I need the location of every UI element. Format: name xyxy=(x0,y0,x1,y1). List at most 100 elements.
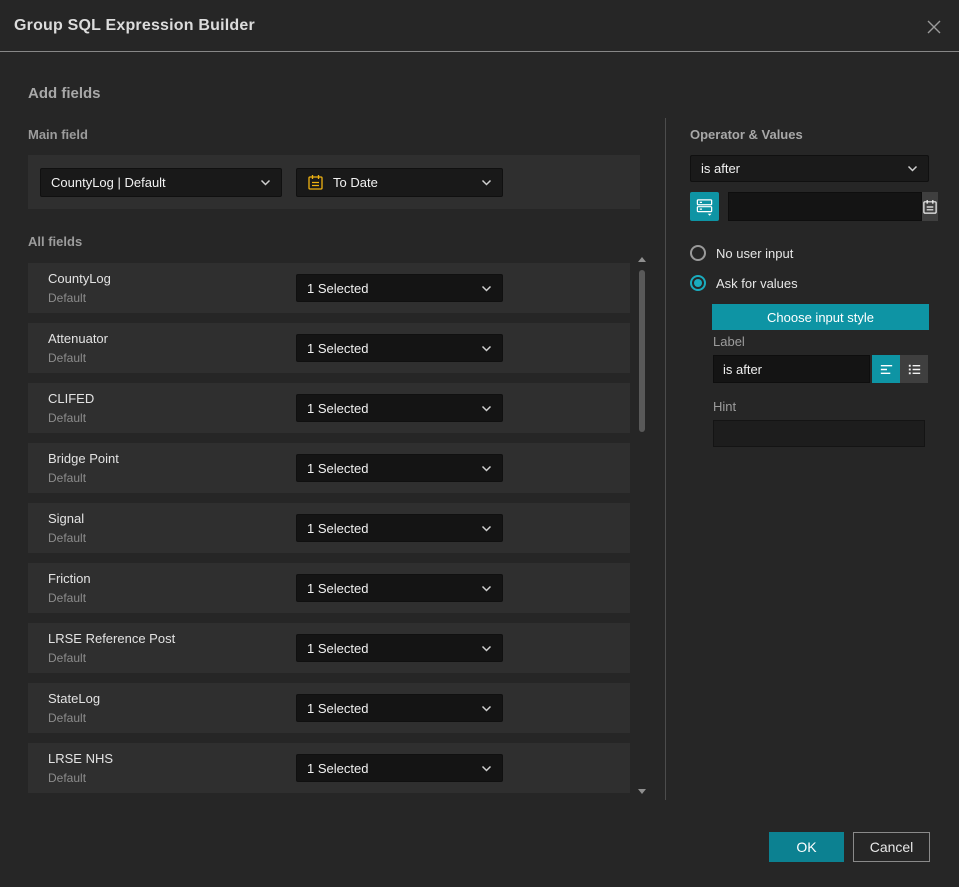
chevron-down-icon xyxy=(481,285,492,292)
field-selection-value: 1 Selected xyxy=(307,580,369,596)
chevron-down-icon xyxy=(481,705,492,712)
align-left-style-button[interactable] xyxy=(872,355,900,383)
field-selection-value: 1 Selected xyxy=(307,400,369,416)
field-name: LRSE Reference Post xyxy=(48,631,176,646)
field-selection-dropdown[interactable]: 1 Selected xyxy=(296,274,503,302)
main-field-dropdown[interactable]: CountyLog | Default xyxy=(40,168,282,197)
stacked-rows-icon xyxy=(696,199,713,216)
field-type-dropdown-value: To Date xyxy=(333,175,378,190)
scrollbar-thumb[interactable] xyxy=(639,270,645,432)
field-selection-value: 1 Selected xyxy=(307,280,369,296)
field-name: StateLog xyxy=(48,691,101,706)
chevron-down-icon xyxy=(260,179,271,186)
radio-icon xyxy=(690,245,706,261)
close-icon[interactable] xyxy=(923,16,945,38)
field-row: Bridge Point Default 1 Selected xyxy=(28,443,630,493)
field-sub: Default xyxy=(48,471,87,485)
chevron-down-icon xyxy=(481,525,492,532)
chevron-down-icon xyxy=(481,645,492,652)
all-fields-list: CountyLog Default 1 Selected Attenuator … xyxy=(28,263,630,793)
radio-label: No user input xyxy=(716,245,794,261)
field-selection-value: 1 Selected xyxy=(307,760,369,776)
hint-input[interactable] xyxy=(713,420,925,447)
field-sub: Default xyxy=(48,591,87,605)
main-field-dropdown-value: CountyLog | Default xyxy=(51,175,166,190)
field-selection-dropdown[interactable]: 1 Selected xyxy=(296,334,503,362)
radio-label: Ask for values xyxy=(716,275,798,291)
field-selection-value: 1 Selected xyxy=(307,700,369,716)
field-selection-value: 1 Selected xyxy=(307,640,369,656)
calendar-icon xyxy=(923,199,937,214)
field-row: LRSE Reference Post Default 1 Selected xyxy=(28,623,630,673)
field-name: LRSE NHS xyxy=(48,751,114,766)
value-input-group xyxy=(728,192,938,221)
field-sub: Default xyxy=(48,531,87,545)
hint-field-label: Hint xyxy=(713,399,737,414)
chevron-down-icon xyxy=(481,585,492,592)
field-type-dropdown[interactable]: To Date xyxy=(296,168,503,197)
panel-divider xyxy=(665,118,666,800)
dialog-title: Group SQL Expression Builder xyxy=(14,16,255,34)
align-left-icon xyxy=(880,364,892,374)
field-row: LRSE NHS Default 1 Selected xyxy=(28,743,630,793)
scrollbar-down-arrow[interactable] xyxy=(638,789,646,794)
field-selection-dropdown[interactable]: 1 Selected xyxy=(296,634,503,662)
field-row: Signal Default 1 Selected xyxy=(28,503,630,553)
label-field-label: Label xyxy=(713,334,745,349)
field-selection-value: 1 Selected xyxy=(307,340,369,356)
field-row: Friction Default 1 Selected xyxy=(28,563,630,613)
field-sub: Default xyxy=(48,411,87,425)
list-icon xyxy=(908,364,920,374)
chevron-down-icon xyxy=(481,345,492,352)
main-field-label: Main field xyxy=(28,127,88,142)
field-selection-dropdown[interactable]: 1 Selected xyxy=(296,514,503,542)
radio-ask-for-values[interactable]: Ask for values xyxy=(690,275,798,291)
field-sub: Default xyxy=(48,291,87,305)
field-sub: Default xyxy=(48,651,87,665)
field-name: Friction xyxy=(48,571,91,586)
field-sub: Default xyxy=(48,771,87,785)
field-name: Attenuator xyxy=(48,331,108,346)
scrollbar-up-arrow[interactable] xyxy=(638,257,646,262)
chevron-down-icon xyxy=(481,405,492,412)
field-row: StateLog Default 1 Selected xyxy=(28,683,630,733)
radio-no-user-input[interactable]: No user input xyxy=(690,245,793,261)
field-name: Signal xyxy=(48,511,85,526)
main-field-box: CountyLog | Default To Date xyxy=(28,155,640,209)
field-selection-dropdown[interactable]: 1 Selected xyxy=(296,574,503,602)
operator-dropdown[interactable]: is after xyxy=(690,155,929,182)
radio-icon xyxy=(690,275,706,291)
group-sql-expression-builder-dialog: Group SQL Expression Builder Add fields … xyxy=(0,0,959,887)
field-name: CLIFED xyxy=(48,391,95,406)
add-fields-heading: Add fields xyxy=(28,85,101,102)
field-selection-value: 1 Selected xyxy=(307,520,369,536)
operator-dropdown-value: is after xyxy=(701,161,741,176)
field-selection-dropdown[interactable]: 1 Selected xyxy=(296,454,503,482)
label-input[interactable] xyxy=(713,355,870,383)
list-style-button[interactable] xyxy=(900,355,928,383)
chevron-down-icon xyxy=(481,179,492,186)
chevron-down-icon xyxy=(481,465,492,472)
chevron-down-icon xyxy=(481,765,492,772)
chevron-down-icon xyxy=(907,165,918,172)
field-selection-dropdown[interactable]: 1 Selected xyxy=(296,694,503,722)
ok-button[interactable]: OK xyxy=(769,832,844,862)
field-selection-value: 1 Selected xyxy=(307,460,369,476)
date-value-input[interactable] xyxy=(728,192,922,221)
operator-values-heading: Operator & Values xyxy=(690,127,803,142)
field-sub: Default xyxy=(48,351,87,365)
all-fields-label: All fields xyxy=(28,234,83,249)
field-row: CLIFED Default 1 Selected xyxy=(28,383,630,433)
calendar-picker-button[interactable] xyxy=(922,192,938,221)
input-type-selector-button[interactable] xyxy=(690,192,719,221)
field-sub: Default xyxy=(48,711,87,725)
cancel-button[interactable]: Cancel xyxy=(853,832,930,862)
field-selection-dropdown[interactable]: 1 Selected xyxy=(296,754,503,782)
field-name: CountyLog xyxy=(48,271,111,286)
choose-input-style-button[interactable]: Choose input style xyxy=(712,304,929,330)
dialog-header: Group SQL Expression Builder xyxy=(0,0,959,52)
field-row: Attenuator Default 1 Selected xyxy=(28,323,630,373)
calendar-icon xyxy=(307,174,324,191)
field-row: CountyLog Default 1 Selected xyxy=(28,263,630,313)
field-selection-dropdown[interactable]: 1 Selected xyxy=(296,394,503,422)
